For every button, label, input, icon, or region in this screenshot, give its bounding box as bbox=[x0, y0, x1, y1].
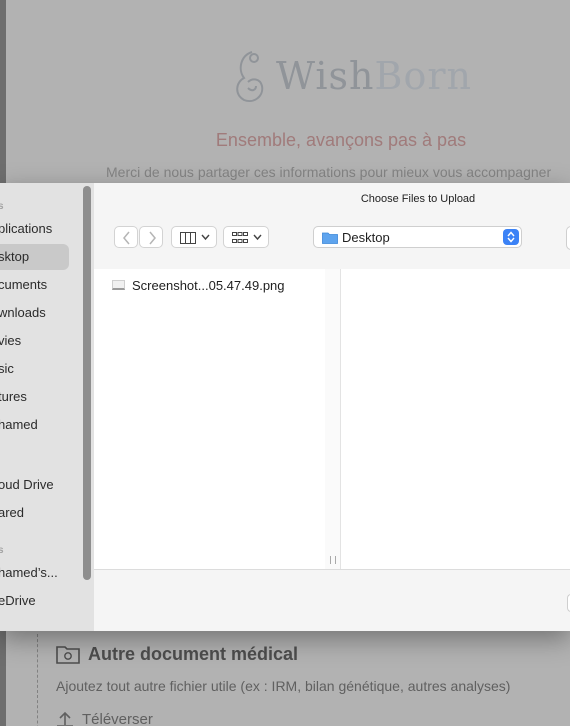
sidebar-item-label: tures bbox=[0, 389, 27, 404]
sidebar-item-applications[interactable]: plications bbox=[0, 216, 69, 242]
chevron-left-icon bbox=[123, 231, 130, 245]
sidebar-section-locations: s bbox=[0, 545, 4, 556]
columns-icon bbox=[180, 232, 196, 244]
sidebar-item-desktop[interactable]: sktop bbox=[0, 244, 69, 270]
file-column: Screenshot...05.47.49.png bbox=[94, 269, 326, 569]
sidebar-item-label: cuments bbox=[0, 277, 48, 292]
column-view-button[interactable] bbox=[171, 226, 217, 248]
dialog-footer bbox=[94, 569, 570, 631]
sidebar-section-favorites: s bbox=[0, 201, 4, 212]
sidebar-item-music[interactable]: sic bbox=[0, 356, 69, 382]
file-browser: Screenshot...05.47.49.png bbox=[94, 269, 570, 569]
chevron-down-icon bbox=[201, 234, 210, 241]
chevron-right-icon bbox=[149, 231, 156, 245]
sidebar-item-label: ared bbox=[0, 505, 25, 520]
sidebar-item-icloud-drive[interactable]: oud Drive bbox=[0, 472, 69, 498]
sidebar-item-computer[interactable]: hamed’s... bbox=[0, 560, 69, 586]
sidebar-item-downloads[interactable]: wnloads bbox=[0, 300, 69, 326]
png-file-icon bbox=[112, 280, 125, 290]
sidebar-item-label: plications bbox=[0, 221, 53, 236]
group-by-button[interactable] bbox=[223, 226, 269, 248]
file-upload-dialog: s plications sktop cuments wnloads vies … bbox=[0, 183, 570, 631]
sidebar-item-onedrive[interactable]: eDrive bbox=[0, 588, 69, 614]
sidebar-item-label: sic bbox=[0, 361, 14, 376]
sidebar-item-label: sktop bbox=[0, 249, 30, 264]
sidebar-item-label: hamed bbox=[0, 417, 38, 432]
dialog-toolbar: Choose Files to Upload Desktop bbox=[94, 183, 570, 270]
sidebar-item-label: wnloads bbox=[0, 305, 46, 320]
sidebar-item-documents[interactable]: cuments bbox=[0, 272, 69, 298]
location-label: Desktop bbox=[342, 230, 390, 245]
sidebar-item-pictures[interactable]: tures bbox=[0, 384, 69, 410]
sidebar-item-home[interactable]: hamed bbox=[0, 412, 69, 438]
sidebar-item-movies[interactable]: vies bbox=[0, 328, 69, 354]
sidebar-item-label: eDrive bbox=[0, 593, 36, 608]
dialog-title: Choose Files to Upload bbox=[360, 193, 476, 205]
back-button[interactable] bbox=[114, 226, 138, 248]
search-field-edge[interactable] bbox=[566, 226, 570, 250]
forward-button[interactable] bbox=[139, 226, 163, 248]
column-resize-handle[interactable] bbox=[325, 269, 341, 569]
sidebar-item-label: vies bbox=[0, 333, 22, 348]
updown-caret-icon bbox=[503, 229, 519, 245]
location-dropdown[interactable]: Desktop bbox=[313, 226, 522, 248]
sidebar-item-shared[interactable]: ared bbox=[0, 500, 69, 526]
sidebar-scrollbar[interactable] bbox=[83, 186, 91, 580]
sidebar-item-label: hamed’s... bbox=[0, 565, 58, 580]
file-name: Screenshot...05.47.49.png bbox=[132, 278, 285, 293]
grid-icon bbox=[232, 232, 248, 243]
folder-icon bbox=[322, 232, 338, 244]
dialog-sidebar: s plications sktop cuments wnloads vies … bbox=[0, 183, 95, 631]
grip-icon[interactable] bbox=[330, 556, 336, 564]
sidebar-item-label: oud Drive bbox=[0, 477, 54, 492]
chevron-down-icon bbox=[253, 234, 262, 241]
